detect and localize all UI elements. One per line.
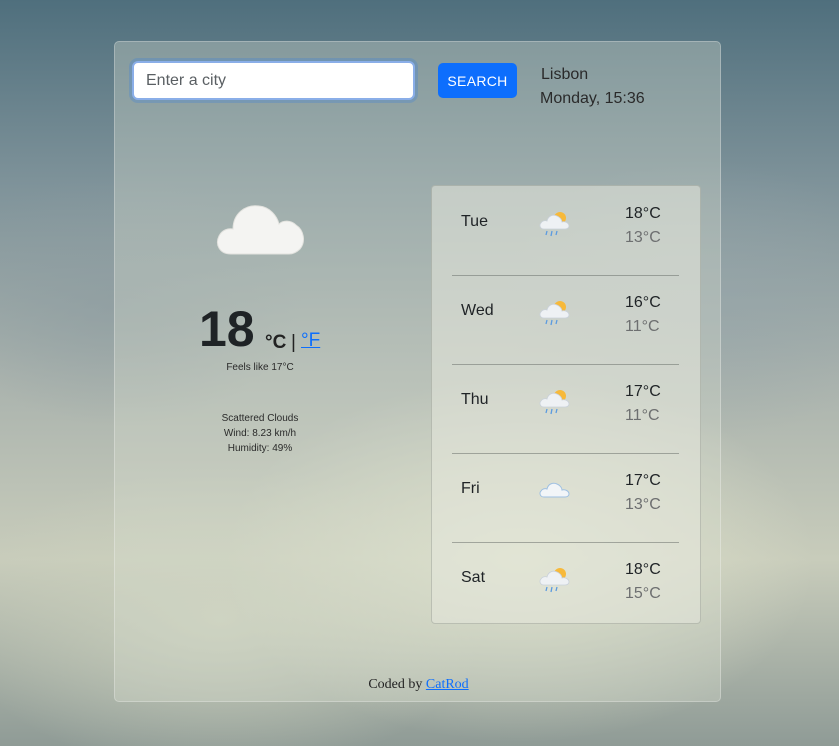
forecast-max: 16°C [625,294,661,311]
author-link[interactable]: CatRod [426,677,469,692]
weather-description: Scattered Clouds [221,413,299,424]
forecast-day: Sat [461,569,486,586]
forecast-panel: Tue 18°C 13°C Wed 16°C 11°C Thu 17°C 11°… [431,185,701,624]
city-name: Lisbon [541,66,589,83]
feels-like: Feels like 17°C [226,362,294,373]
sun-cloud-rain-icon [539,212,570,237]
fahrenheit-link[interactable]: °F [301,330,320,352]
forecast-min: 11°C [625,318,660,335]
footer: Coded by CatRod [115,677,722,693]
forecast-min: 11°C [625,407,660,424]
sun-cloud-rain-icon [539,568,570,593]
forecast-max: 18°C [625,561,661,578]
forecast-row: Sat 18°C 15°C [452,542,679,631]
forecast-row: Thu 17°C 11°C [452,364,679,454]
weather-details: Scattered Clouds Wind: 8.23 km/h Humidit… [115,411,405,456]
unit-separator: | [291,332,296,353]
forecast-min: 13°C [625,229,661,246]
forecast-min: 15°C [625,585,661,602]
footer-prefix: Coded by [368,677,423,692]
forecast-min: 13°C [625,496,661,513]
temperature-value: 18 [199,301,255,357]
cloud-icon [217,205,304,255]
forecast-row: Tue 18°C 13°C [452,186,679,276]
celsius-unit: °C [265,332,287,353]
forecast-day: Fri [461,480,480,497]
forecast-row: Wed 16°C 11°C [452,275,679,365]
forecast-max: 17°C [625,472,661,489]
city-search-input[interactable] [132,61,415,100]
forecast-row: Fri 17°C 13°C [452,453,679,543]
search-button[interactable]: SEARCH [438,63,517,98]
forecast-day: Tue [461,213,488,230]
forecast-max: 17°C [625,383,661,400]
forecast-day: Wed [461,302,494,319]
humidity: Humidity: 49% [227,443,293,454]
forecast-day: Thu [461,391,489,408]
forecast-max: 18°C [625,205,661,222]
sun-cloud-rain-icon [539,301,570,326]
wind-speed: Wind: 8.23 km/h [223,428,297,439]
sun-cloud-rain-icon [539,390,570,415]
weather-app-card: SEARCH Lisbon Monday, 15:36 18 °C | °F F… [114,41,721,702]
cloud-icon [539,482,570,498]
current-datetime: Monday, 15:36 [540,90,645,107]
